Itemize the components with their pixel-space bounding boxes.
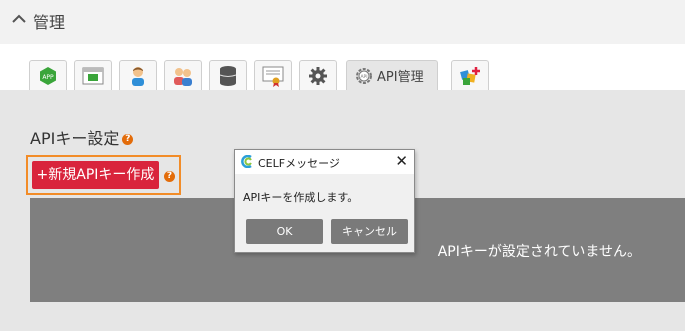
dialog-titlebar[interactable]: CELFメッセージ ✕: [235, 150, 414, 174]
section-title: APIキー設定?: [30, 125, 134, 149]
ok-button[interactable]: OK: [246, 219, 323, 244]
plugin-icon: [460, 66, 480, 85]
tab-bar: APP API API管理: [0, 44, 685, 90]
user-icon: [132, 66, 144, 86]
svg-text:APP: APP: [42, 74, 54, 81]
section-header[interactable]: 管理: [0, 0, 685, 44]
new-api-key-highlight: +新規APIキー作成 ?: [26, 155, 181, 195]
cancel-button[interactable]: キャンセル: [331, 219, 408, 244]
users-icon: [174, 67, 192, 86]
new-api-key-button[interactable]: +新規APIキー作成: [32, 161, 159, 189]
tab-user[interactable]: [119, 60, 157, 90]
section-title-text: APIキー設定: [30, 129, 120, 148]
message-dialog: CELFメッセージ ✕ APIキーを作成します。 OK キャンセル: [234, 149, 415, 253]
dialog-message: APIキーを作成します。: [243, 191, 359, 204]
certificate-icon: [262, 66, 284, 87]
page-title: 管理: [33, 13, 66, 32]
app-badge-icon: APP: [40, 66, 56, 85]
app-window-icon: [82, 67, 104, 84]
dialog-title: CELFメッセージ: [258, 157, 340, 170]
tab-api-management[interactable]: API API管理: [346, 60, 438, 90]
chevron-up-icon[interactable]: [10, 10, 28, 28]
close-icon[interactable]: ✕: [395, 153, 408, 169]
help-icon[interactable]: ?: [122, 134, 134, 145]
svg-text:API: API: [360, 74, 367, 80]
new-api-key-help-icon[interactable]: ?: [164, 171, 175, 182]
tab-certificate[interactable]: [254, 60, 292, 90]
tab-settings[interactable]: [299, 60, 337, 90]
tab-plugin[interactable]: [451, 60, 489, 90]
api-gear-icon: API: [356, 67, 372, 84]
tab-users[interactable]: [164, 60, 202, 90]
tab-database[interactable]: [209, 60, 247, 90]
celf-logo-icon: [241, 155, 252, 168]
empty-message: APIキーが設定されていません。: [437, 244, 641, 260]
tab-app-window[interactable]: [74, 60, 112, 90]
gear-icon: [309, 66, 327, 85]
tab-app[interactable]: APP: [29, 60, 67, 90]
tab-api-label: API管理: [377, 70, 424, 85]
database-icon: [219, 65, 237, 86]
